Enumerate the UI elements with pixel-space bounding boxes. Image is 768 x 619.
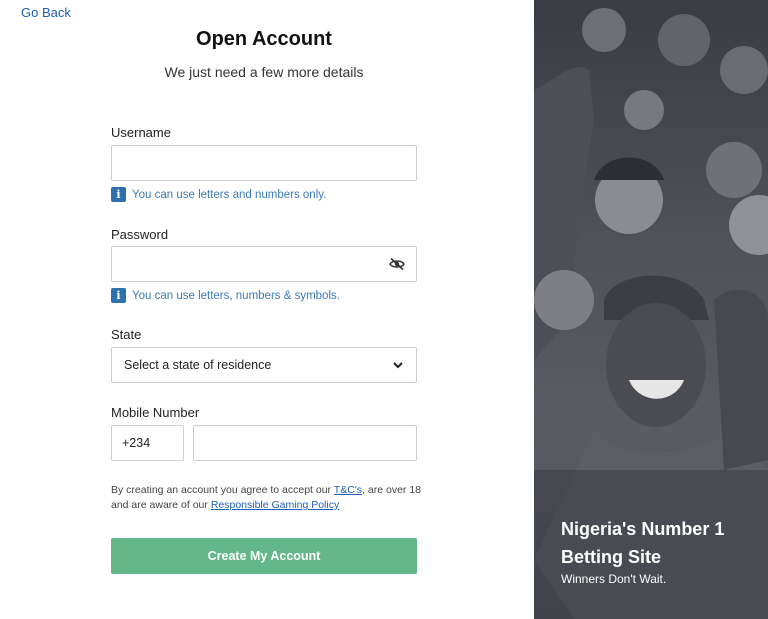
signup-panel: Go Back Open Account We just need a few … [0, 0, 534, 619]
state-select-value: Select a state of residence [124, 358, 272, 372]
go-back-link[interactable]: Go Back [21, 5, 71, 20]
username-input[interactable] [111, 145, 417, 181]
state-select[interactable]: Select a state of residence [111, 347, 417, 383]
page-subtitle: We just need a few more details [164, 64, 364, 80]
info-icon: i [111, 288, 126, 303]
password-hint: i You can use letters, numbers & symbols… [111, 288, 340, 303]
mobile-number-input[interactable] [193, 425, 417, 461]
promo-panel: Nigeria's Number 1 Betting Site Winners … [534, 0, 768, 619]
password-label: Password [111, 227, 169, 242]
eye-slash-icon[interactable] [389, 257, 405, 271]
promo-tagline: Winners Don't Wait. [561, 572, 667, 586]
username-label: Username [111, 125, 171, 140]
username-hint: i You can use letters and numbers only. [111, 187, 326, 202]
country-code-select[interactable]: +234 [111, 425, 184, 461]
promo-headline: Nigeria's Number 1 Betting Site [561, 519, 725, 567]
info-icon: i [111, 187, 126, 202]
responsible-gaming-link[interactable]: Responsible Gaming Policy [211, 499, 339, 511]
password-input[interactable] [111, 246, 417, 282]
page-title: Open Account [196, 28, 332, 50]
username-hint-text: You can use letters and numbers only. [132, 188, 327, 201]
country-code-value: +234 [122, 436, 151, 450]
tc-link[interactable]: T&C's [334, 484, 362, 496]
password-hint-text: You can use letters, numbers & symbols. [132, 289, 340, 302]
terms-text: By creating an account you agree to acce… [111, 484, 422, 511]
mobile-label: Mobile Number [111, 405, 200, 420]
chevron-down-icon [393, 362, 403, 369]
state-label: State [111, 327, 142, 342]
create-account-button[interactable]: Create My Account [111, 538, 417, 574]
